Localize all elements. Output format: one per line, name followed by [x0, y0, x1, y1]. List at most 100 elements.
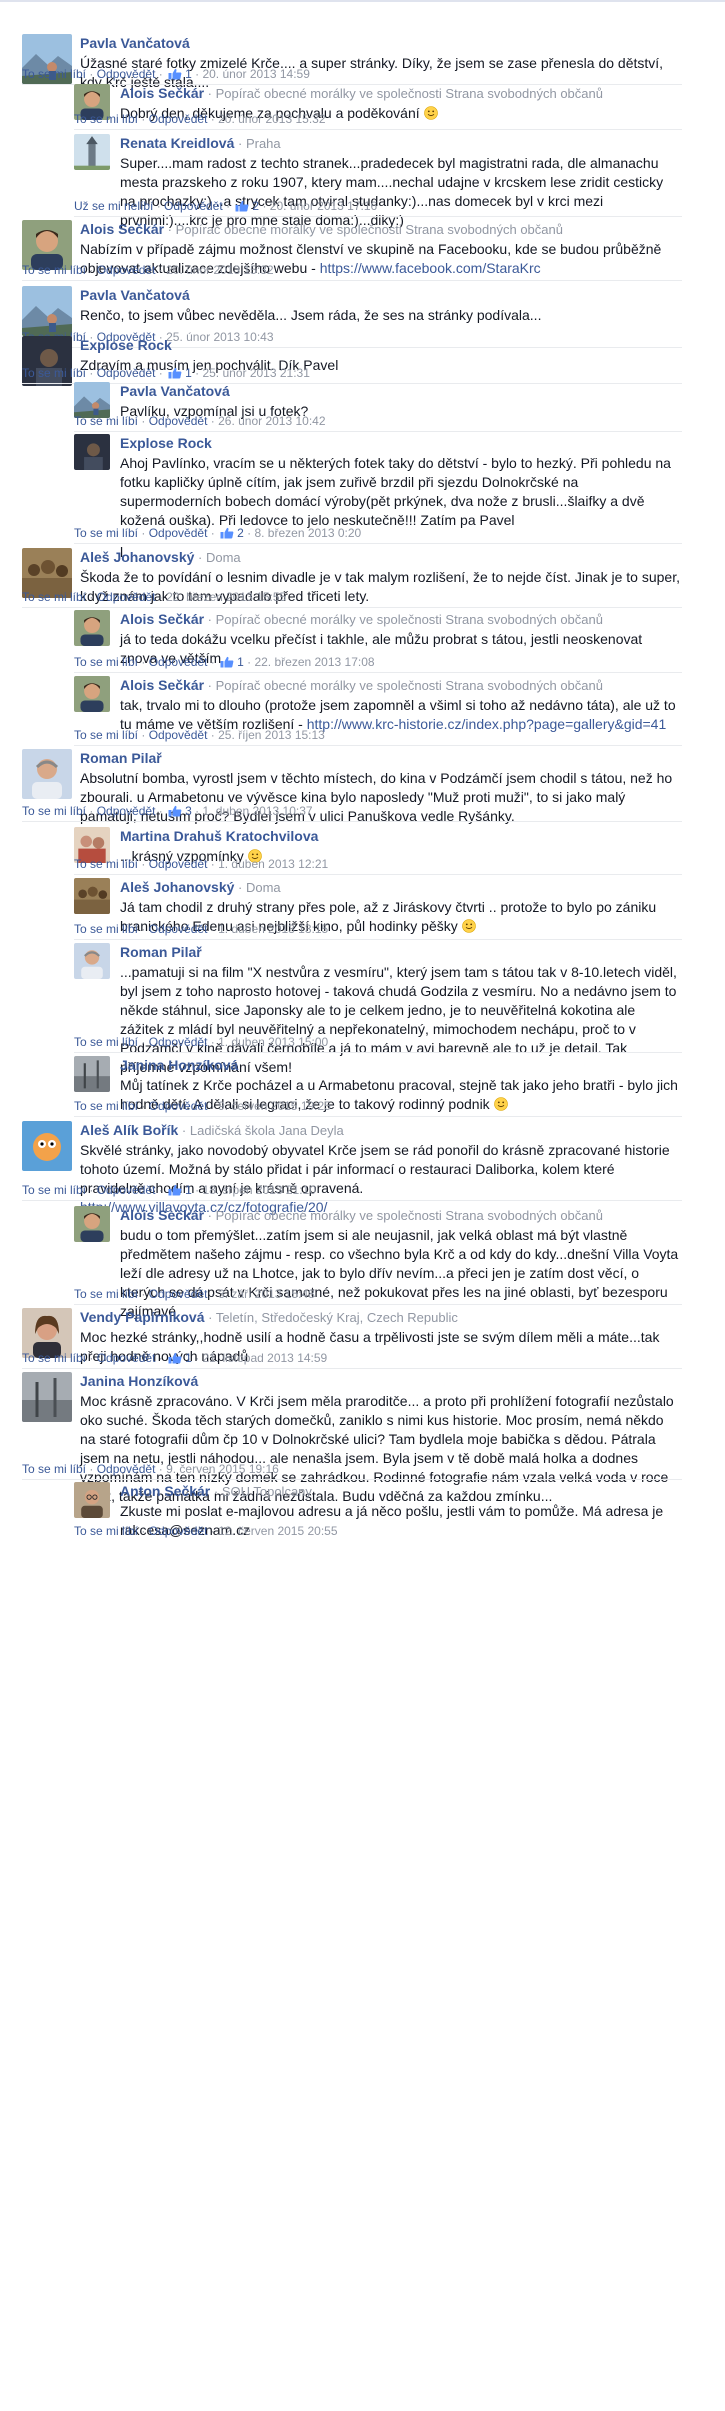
like-link[interactable]: To se mi líbí	[74, 1099, 138, 1113]
reply-link[interactable]: Odpovědět	[149, 112, 208, 126]
author-name[interactable]: Pavla Vančatová	[80, 35, 190, 51]
like-thumb-icon[interactable]	[168, 1184, 182, 1196]
like-link[interactable]: To se mi líbí	[22, 804, 86, 818]
reply-link[interactable]: Odpovědět	[149, 1524, 208, 1538]
timestamp[interactable]: 25. únor 2013 21:31	[202, 366, 309, 380]
mountain-avatar[interactable]	[22, 286, 72, 336]
mountain-avatar[interactable]	[74, 382, 110, 418]
like-count[interactable]: 1	[185, 67, 192, 81]
timestamp[interactable]: 20. únor 2013 17:16	[270, 199, 377, 213]
author-name[interactable]: Aleš Johanovský	[120, 879, 234, 895]
like-count[interactable]: 3	[185, 804, 192, 818]
like-thumb-icon[interactable]	[220, 527, 234, 539]
man-avatar[interactable]	[74, 1206, 110, 1242]
mist-avatar[interactable]	[74, 1056, 110, 1092]
like-link[interactable]: To se mi líbí	[22, 1351, 86, 1365]
reply-link[interactable]: Odpovědět	[97, 1351, 156, 1365]
author-name[interactable]: Alois Sečkár	[120, 85, 204, 101]
reply-link[interactable]: Odpovědět	[149, 857, 208, 871]
author-name[interactable]: Renata Kreidlová	[120, 135, 234, 151]
like-thumb-icon[interactable]	[168, 367, 182, 379]
man-avatar[interactable]	[74, 676, 110, 712]
like-count[interactable]: 1	[237, 655, 244, 669]
like-link[interactable]: To se mi líbí	[74, 1524, 138, 1538]
dark-avatar[interactable]	[74, 434, 110, 470]
author-name[interactable]: Alois Sečkár	[120, 1207, 204, 1223]
timestamp[interactable]: 9. červen 2015 19:16	[166, 1462, 279, 1476]
like-link[interactable]: To se mi líbí	[22, 1462, 86, 1476]
author-name[interactable]: Janina Honzíková	[120, 1057, 238, 1073]
author-name[interactable]: Vendy Papírníková	[80, 1309, 205, 1325]
reply-link[interactable]: Odpovědět	[164, 199, 223, 213]
timestamp[interactable]: 8. březen 2013 0:20	[254, 526, 361, 540]
author-name[interactable]: Pavla Vančatová	[120, 383, 230, 399]
author-name[interactable]: Janina Honzíková	[80, 1373, 198, 1389]
timestamp[interactable]: 20. únor 2013 15:32	[218, 112, 325, 126]
comment-link[interactable]: http://www.krc-historie.cz/index.php?pag…	[307, 716, 667, 732]
timestamp[interactable]: 22. březen 2013 17:08	[254, 655, 374, 669]
glasses-avatar[interactable]	[74, 1482, 110, 1518]
comment-link[interactable]: https://www.facebook.com/StaraKrc	[320, 260, 541, 276]
author-name[interactable]: Roman Pilař	[120, 944, 202, 960]
timestamp[interactable]: 20. únor 2013 15:32	[166, 263, 273, 277]
timestamp[interactable]: 9. červen 2015 19:25	[218, 1099, 331, 1113]
like-thumb-icon[interactable]	[168, 1352, 182, 1364]
timestamp[interactable]: 12. červen 2015 20:55	[218, 1524, 337, 1538]
tower-avatar[interactable]	[74, 134, 110, 170]
crowd-avatar[interactable]	[74, 878, 110, 914]
timestamp[interactable]: 1. duben 2013 12:21	[218, 857, 328, 871]
like-link[interactable]: To se mi líbí	[22, 1183, 86, 1197]
reply-link[interactable]: Odpovědět	[149, 1287, 208, 1301]
timestamp[interactable]: 3. září 2013 15:48	[218, 1287, 315, 1301]
reply-link[interactable]: Odpovědět	[149, 655, 208, 669]
reply-link[interactable]: Odpovědět	[97, 1183, 156, 1197]
like-link[interactable]: To se mi líbí	[74, 1035, 138, 1049]
like-thumb-icon[interactable]	[168, 68, 182, 80]
like-count[interactable]: 1	[185, 366, 192, 380]
timestamp[interactable]: 22. březen 2013 15:55	[166, 590, 286, 604]
reply-link[interactable]: Odpovědět	[149, 1035, 208, 1049]
reply-link[interactable]: Odpovědět	[149, 414, 208, 428]
unlike-link[interactable]: Už se mi nelíbí	[74, 199, 153, 213]
like-thumb-icon[interactable]	[235, 200, 249, 212]
author-name[interactable]: Alois Sečkár	[120, 677, 204, 693]
reply-link[interactable]: Odpovědět	[97, 67, 156, 81]
reply-link[interactable]: Odpovědět	[97, 590, 156, 604]
author-name[interactable]: Pavla Vančatová	[80, 287, 190, 303]
like-link[interactable]: To se mi líbí	[22, 590, 86, 604]
author-name[interactable]: Aleš Alík Bořík	[80, 1122, 178, 1138]
reply-link[interactable]: Odpovědět	[97, 366, 156, 380]
cartoon-avatar[interactable]	[22, 1121, 72, 1171]
reply-link[interactable]: Odpovědět	[149, 922, 208, 936]
mist-avatar[interactable]	[22, 1372, 72, 1422]
like-link[interactable]: To se mi líbí	[74, 922, 138, 936]
author-name[interactable]: Alois Sečkár	[120, 611, 204, 627]
like-link[interactable]: To se mi líbí	[74, 728, 138, 742]
man-avatar[interactable]	[74, 610, 110, 646]
author-name[interactable]: Explose Rock	[120, 435, 212, 451]
like-link[interactable]: To se mi líbí	[22, 67, 86, 81]
author-name[interactable]: Roman Pilař	[80, 750, 162, 766]
like-count[interactable]: 1	[185, 1183, 192, 1197]
like-link[interactable]: To se mi líbí	[74, 414, 138, 428]
timestamp[interactable]: 21. listopad 2013 14:59	[202, 1351, 327, 1365]
like-link[interactable]: To se mi líbí	[74, 857, 138, 871]
author-name[interactable]: Alois Sečkár	[80, 221, 164, 237]
reply-link[interactable]: Odpovědět	[149, 1099, 208, 1113]
like-link[interactable]: To se mi líbí	[22, 366, 86, 380]
older-man-avatar[interactable]	[22, 749, 72, 799]
reply-link[interactable]: Odpovědět	[149, 526, 208, 540]
like-count[interactable]: 2	[237, 526, 244, 540]
author-name[interactable]: Aleš Johanovský	[80, 549, 194, 565]
author-name[interactable]: Martina Drahuš Kratochvilova	[120, 828, 318, 844]
reply-link[interactable]: Odpovědět	[97, 1462, 156, 1476]
like-link[interactable]: To se mi líbí	[74, 112, 138, 126]
like-thumb-icon[interactable]	[220, 656, 234, 668]
like-link[interactable]: To se mi líbí	[74, 526, 138, 540]
like-thumb-icon[interactable]	[168, 805, 182, 817]
timestamp[interactable]: 18. srpen 2013 21:10	[202, 1183, 315, 1197]
like-link[interactable]: To se mi líbí	[74, 1287, 138, 1301]
reply-link[interactable]: Odpovědět	[97, 804, 156, 818]
author-name[interactable]: Anton Sečkár	[120, 1483, 210, 1499]
like-link[interactable]: To se mi líbí	[22, 263, 86, 277]
